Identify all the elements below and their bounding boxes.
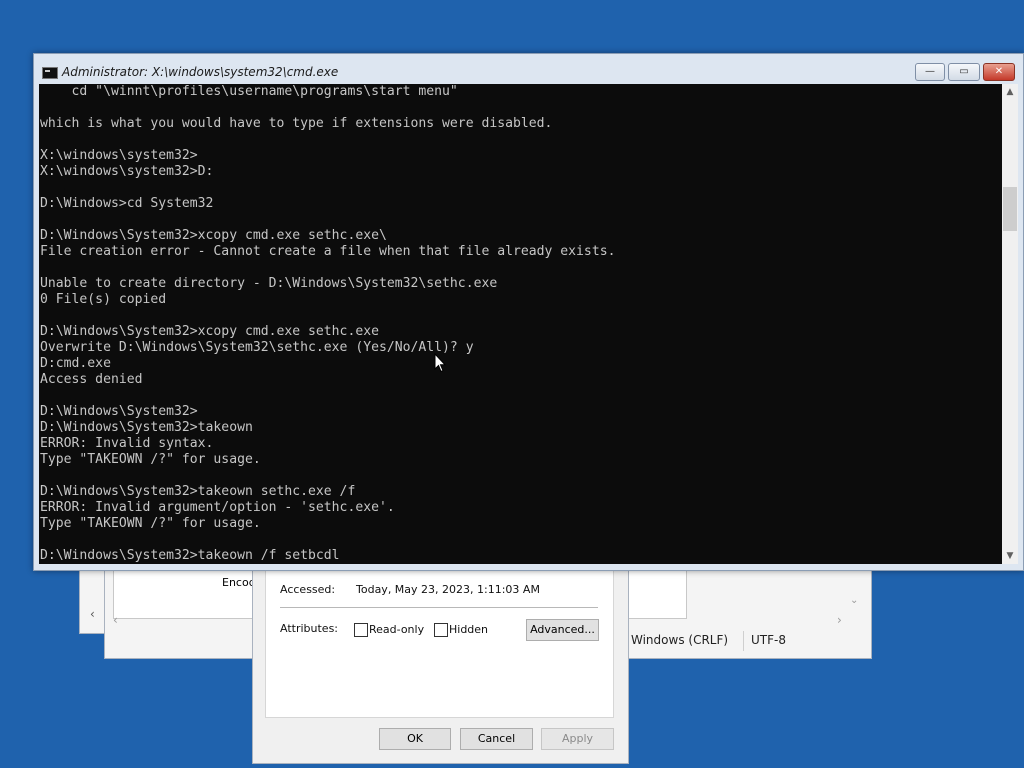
console-line: 0 File(s) copied <box>40 292 167 307</box>
background-window-left: ‹ <box>79 560 107 634</box>
encoding-label-partial: Encod <box>222 576 256 589</box>
console-line: File creation error - Cannot create a fi… <box>40 244 616 259</box>
cmd-title-bar[interactable]: Administrator: X:\windows\system32\cmd.e… <box>34 54 1023 84</box>
console-line: Type "TAKEOWN /?" for usage. <box>40 516 261 531</box>
console-line: D:\Windows\System32>takeown sethc.exe /f <box>40 484 356 499</box>
hidden-checkbox[interactable] <box>434 623 448 637</box>
scroll-thumb[interactable] <box>1003 187 1017 231</box>
console-line: Type "TAKEOWN /?" for usage. <box>40 452 261 467</box>
console-line: D:\Windows\System32>xcopy cmd.exe sethc.… <box>40 228 387 243</box>
console-line: D:\Windows\System32>takeown <box>40 420 253 435</box>
console-line: which is what you would have to type if … <box>40 116 553 131</box>
minimize-button[interactable]: — <box>915 63 945 81</box>
text-area-scroll-down[interactable]: ⌄ <box>850 595 858 606</box>
console-line: D:\Windows>cd System32 <box>40 196 214 211</box>
console-line: ERROR: Invalid syntax. <box>40 436 214 451</box>
cmd-app-icon[interactable] <box>42 67 58 79</box>
console-line: Access denied <box>40 372 143 387</box>
accessed-value: Today, May 23, 2023, 1:11:03 AM <box>356 583 540 596</box>
scroll-left-icon[interactable]: ‹ <box>113 613 118 627</box>
console-line: Unable to create directory - D:\Windows\… <box>40 276 498 291</box>
console-output[interactable]: cd "\winnt\profiles\username\programs\st… <box>39 84 1002 564</box>
apply-button[interactable]: Apply <box>541 728 614 750</box>
console-line: D:\Windows\System32> <box>40 404 198 419</box>
scroll-right-icon[interactable]: › <box>837 613 842 627</box>
console-line: D:cmd.exe <box>40 356 111 371</box>
attributes-label: Attributes: <box>280 622 339 635</box>
file-properties-dialog: Accessed: Today, May 23, 2023, 1:11:03 A… <box>252 565 629 764</box>
line-ending-status: Windows (CRLF) <box>631 633 729 647</box>
mouse-cursor-icon <box>434 353 446 373</box>
console-line: Overwrite D:\Windows\System32\sethc.exe … <box>40 340 474 355</box>
cancel-button[interactable]: Cancel <box>460 728 533 750</box>
console-line: D:\Windows\System32>takeown /f setbcdl <box>40 548 340 563</box>
hidden-label: Hidden <box>449 623 489 636</box>
general-tab-panel: Accessed: Today, May 23, 2023, 1:11:03 A… <box>265 566 614 718</box>
cmd-window: Administrator: X:\windows\system32\cmd.e… <box>33 53 1024 571</box>
encoding-status: UTF-8 <box>751 633 786 647</box>
close-button[interactable]: ✕ <box>983 63 1015 81</box>
cmd-window-title: Administrator: X:\windows\system32\cmd.e… <box>62 65 339 79</box>
console-line: ERROR: Invalid argument/option - 'sethc.… <box>40 500 395 515</box>
readonly-label: Read-only <box>369 623 425 636</box>
console-line: cd "\winnt\profiles\username\programs\st… <box>40 84 458 99</box>
console-vertical-scrollbar[interactable]: ▲ ▼ <box>1002 84 1018 564</box>
divider <box>280 607 598 608</box>
console-line: X:\windows\system32>D: <box>40 164 214 179</box>
maximize-button[interactable]: ▭ <box>948 63 980 81</box>
console-line: D:\Windows\System32>xcopy cmd.exe sethc.… <box>40 324 379 339</box>
console-text: cd "\winnt\profiles\username\programs\st… <box>39 84 1002 564</box>
console-line: X:\windows\system32> <box>40 148 198 163</box>
accessed-label: Accessed: <box>280 583 336 596</box>
ok-button[interactable]: OK <box>379 728 451 750</box>
scroll-left-arrow[interactable]: ‹ <box>90 607 95 621</box>
readonly-checkbox[interactable] <box>354 623 368 637</box>
scroll-down-icon[interactable]: ▼ <box>1002 548 1018 564</box>
advanced-button[interactable]: Advanced... <box>526 619 599 641</box>
scroll-up-icon[interactable]: ▲ <box>1002 84 1018 100</box>
